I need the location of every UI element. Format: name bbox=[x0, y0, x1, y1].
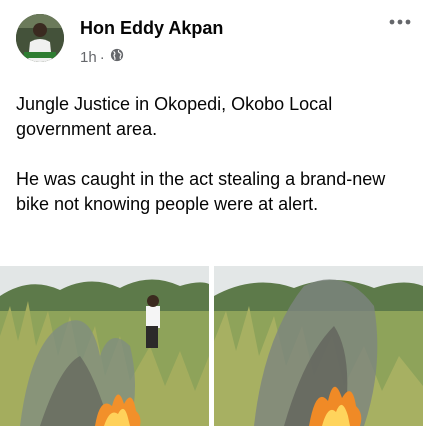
more-horizontal-icon bbox=[389, 19, 411, 25]
more-options-button[interactable] bbox=[387, 12, 413, 32]
author-name[interactable]: Hon Eddy Akpan bbox=[80, 17, 223, 39]
post-body: Jungle Justice in Okopedi, Okobo Local g… bbox=[16, 92, 416, 242]
post-photo-1[interactable] bbox=[0, 266, 209, 426]
author-avatar[interactable] bbox=[16, 14, 64, 62]
meta-separator: · bbox=[99, 49, 105, 66]
post-timestamp[interactable]: 1h bbox=[80, 48, 97, 68]
post-meta: 1h · bbox=[80, 48, 124, 68]
avatar-image bbox=[16, 14, 64, 62]
globe-icon[interactable] bbox=[110, 48, 124, 68]
photo-grid bbox=[0, 266, 423, 426]
post-photo-2[interactable] bbox=[214, 266, 423, 426]
post-paragraph: Jungle Justice in Okopedi, Okobo Local g… bbox=[16, 94, 333, 139]
post-paragraph: He was caught in the act stealing a bran… bbox=[16, 169, 386, 214]
